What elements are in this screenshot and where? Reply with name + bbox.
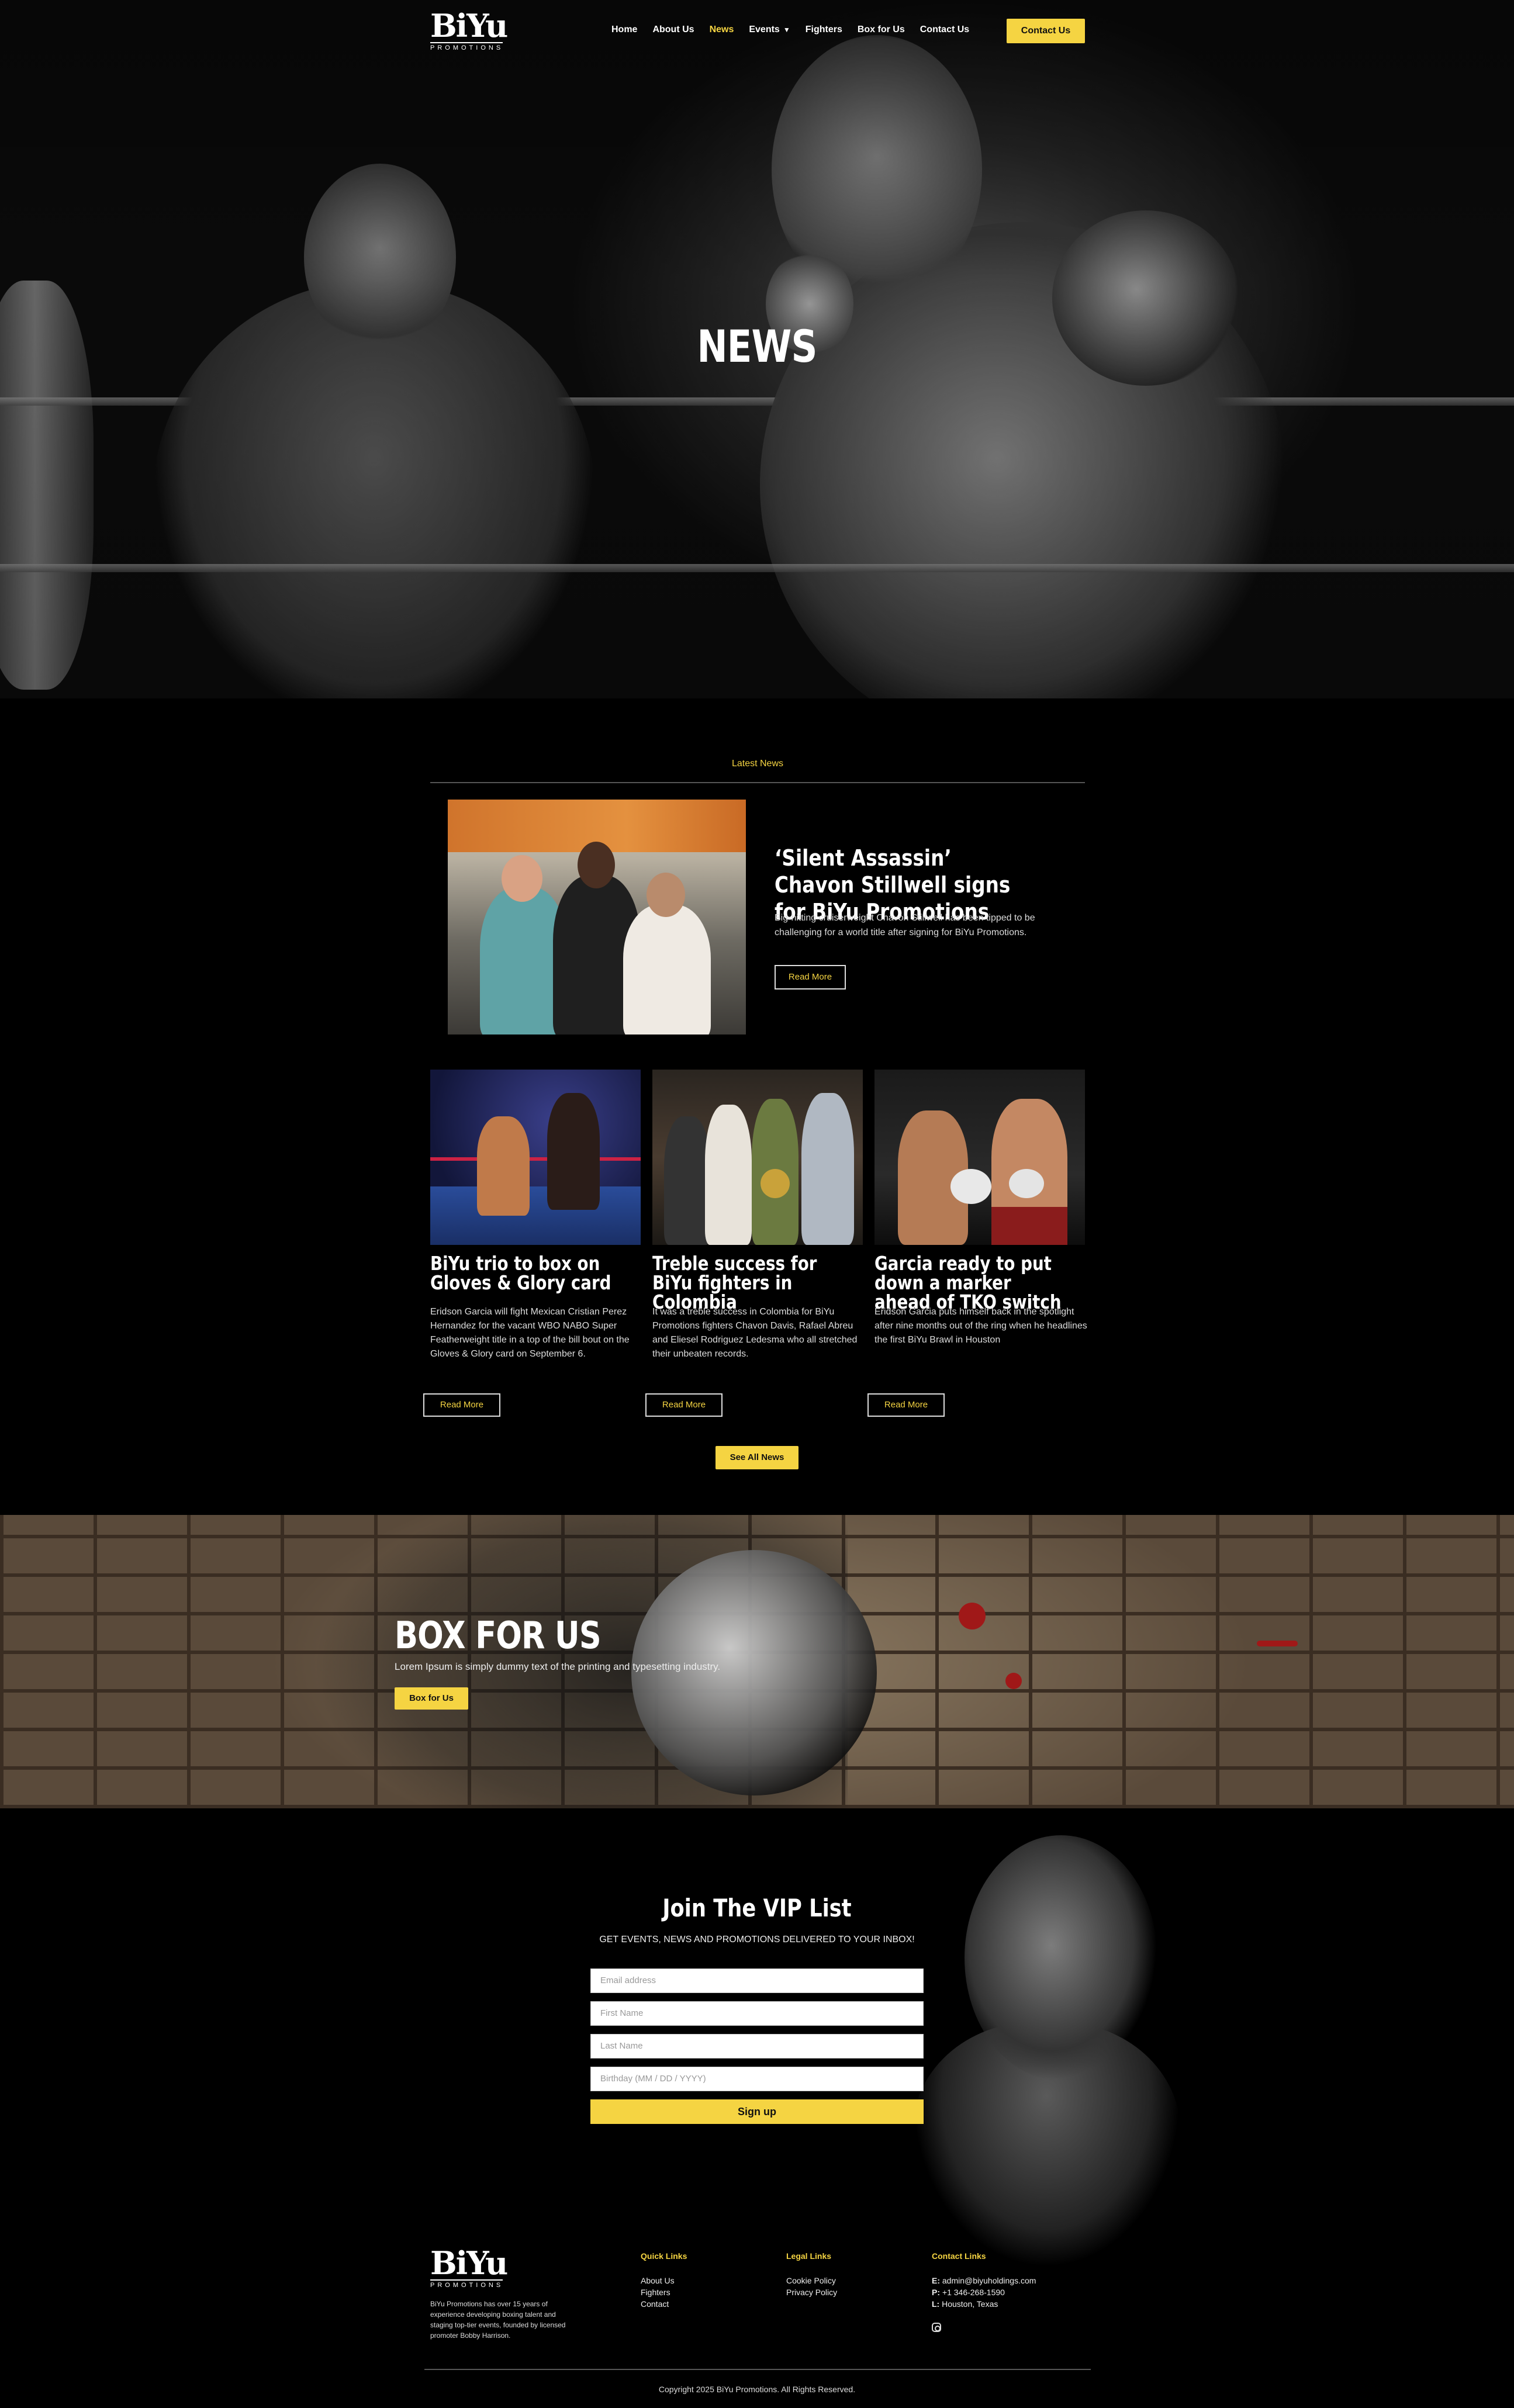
featured-article-image[interactable] <box>448 800 746 1035</box>
banner-paint-splat <box>959 1603 986 1629</box>
news-card-read-more-3[interactable]: Read More <box>867 1393 945 1417</box>
contact-links-heading: Contact Links <box>932 2251 986 2261</box>
location-value: Houston, Texas <box>942 2299 998 2309</box>
vip-list-subtitle: GET EVENTS, NEWS AND PROMOTIONS DELIVERE… <box>599 1935 915 1945</box>
birthday-field[interactable]: Birthday (MM / DD / YYYY) <box>590 2067 924 2091</box>
banner-paint-splat <box>1005 1673 1022 1689</box>
quick-links-heading: Quick Links <box>641 2251 687 2261</box>
location-label: L: <box>932 2299 940 2309</box>
news-card-title-3[interactable]: Garcia ready to put down a marker ahead … <box>874 1254 1066 1312</box>
email-field[interactable]: Email address <box>590 1968 924 1993</box>
nav-about-us[interactable]: About Us <box>652 25 694 35</box>
logo-wordmark: BiYu <box>430 7 508 44</box>
vip-list-title: Join The VIP List <box>662 1894 852 1922</box>
footer-link-contact[interactable]: Contact <box>641 2298 669 2310</box>
nav-home[interactable]: Home <box>611 25 637 35</box>
section-divider <box>430 782 1085 783</box>
email-value: admin@biyuholdings.com <box>942 2276 1036 2285</box>
footer-link-cookie-policy[interactable]: Cookie Policy <box>786 2275 836 2286</box>
footer-logo-wordmark: BiYu <box>430 2244 508 2282</box>
main-menu: Home About Us News Events ▼ Fighters Box … <box>611 25 984 35</box>
nav-contact-us[interactable]: Contact Us <box>920 25 969 35</box>
footer-email[interactable]: E: admin@biyuholdings.com <box>932 2275 1036 2286</box>
nav-events[interactable]: Events ▼ <box>749 25 790 35</box>
footer-link-about-us[interactable]: About Us <box>641 2275 675 2286</box>
phone-value: +1 346-268-1590 <box>942 2288 1005 2297</box>
footer-divider <box>424 2369 1091 2370</box>
footer-link-fighters[interactable]: Fighters <box>641 2286 670 2298</box>
phone-label: P: <box>932 2288 940 2297</box>
news-card-image-2[interactable] <box>652 1070 863 1245</box>
copyright-text: Copyright 2025 BiYu Promotions. All Righ… <box>658 2385 856 2394</box>
news-card-excerpt-1: Eridson Garcia will fight Mexican Cristi… <box>430 1307 630 1359</box>
news-card-excerpt-3: Eridson Garcia puts himself back in the … <box>874 1307 1087 1345</box>
footer-about-text: BiYu Promotions has over 15 years of exp… <box>430 2300 566 2340</box>
news-card-title-1[interactable]: BiYu trio to box on Gloves & Glory card <box>430 1254 622 1292</box>
banner-paint-stroke <box>1257 1641 1298 1646</box>
box-for-us-title: BOX FOR US <box>395 1614 602 1658</box>
box-for-us-text: Lorem Ipsum is simply dummy text of the … <box>395 1661 721 1672</box>
footer-location: L: Houston, Texas <box>932 2298 998 2310</box>
instagram-icon[interactable] <box>932 2323 941 2332</box>
legal-links-heading: Legal Links <box>786 2251 832 2261</box>
footer-phone[interactable]: P: +1 346-268-1590 <box>932 2286 1005 2298</box>
news-card-title-2[interactable]: Treble success for BiYu fighters in Colo… <box>652 1254 844 1312</box>
vip-fighter-head <box>965 1835 1157 2081</box>
nav-news[interactable]: News <box>710 25 734 35</box>
site-logo[interactable]: BiYu PROMOTIONS <box>430 7 508 51</box>
box-for-us-banner <box>0 1515 1514 1808</box>
last-name-field[interactable]: Last Name <box>590 2034 924 2058</box>
featured-article-excerpt: Big-hitting cruiserweight Chavon Stillwe… <box>775 913 1035 937</box>
page-title: NEWS <box>697 320 817 372</box>
featured-read-more-button[interactable]: Read More <box>775 965 846 990</box>
latest-news-label: Latest News <box>731 759 784 769</box>
footer-logo[interactable]: BiYu PROMOTIONS <box>430 2244 508 2289</box>
news-card-image-1[interactable] <box>430 1070 641 1245</box>
news-card-image-3[interactable] <box>874 1070 1085 1245</box>
chevron-down-icon: ▼ <box>783 26 790 34</box>
nav-box-for-us[interactable]: Box for Us <box>858 25 905 35</box>
contact-us-button[interactable]: Contact Us <box>1007 19 1085 43</box>
sign-up-button[interactable]: Sign up <box>590 2099 924 2124</box>
news-card-read-more-2[interactable]: Read More <box>645 1393 723 1417</box>
see-all-news-button[interactable]: See All News <box>715 1446 799 1469</box>
site-header: BiYu PROMOTIONS Home About Us News Event… <box>0 0 1514 61</box>
nav-events-label: Events <box>749 25 780 34</box>
box-for-us-button[interactable]: Box for Us <box>395 1687 468 1710</box>
email-label: E: <box>932 2276 940 2285</box>
first-name-field[interactable]: First Name <box>590 2001 924 2026</box>
banner-glove-art <box>631 1550 877 1795</box>
news-card-excerpt-2: It was a treble success in Colombia for … <box>652 1307 858 1359</box>
nav-fighters[interactable]: Fighters <box>806 25 842 35</box>
footer-link-privacy-policy[interactable]: Privacy Policy <box>786 2286 837 2298</box>
vip-fighter-image <box>900 1812 1192 2268</box>
news-card-read-more-1[interactable]: Read More <box>423 1393 500 1417</box>
